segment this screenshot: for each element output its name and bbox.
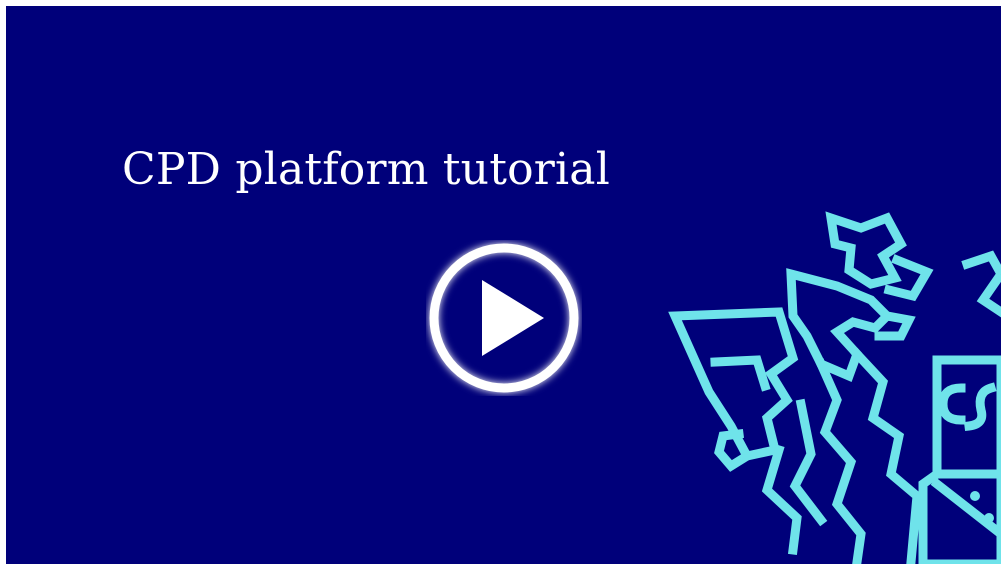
video-title: CPD platform tutorial (122, 144, 611, 195)
dragon-crest-icon (668, 211, 1001, 564)
video-player[interactable]: CPD platform tutorial (6, 6, 1001, 564)
play-icon (429, 243, 579, 393)
play-button[interactable] (426, 240, 582, 396)
